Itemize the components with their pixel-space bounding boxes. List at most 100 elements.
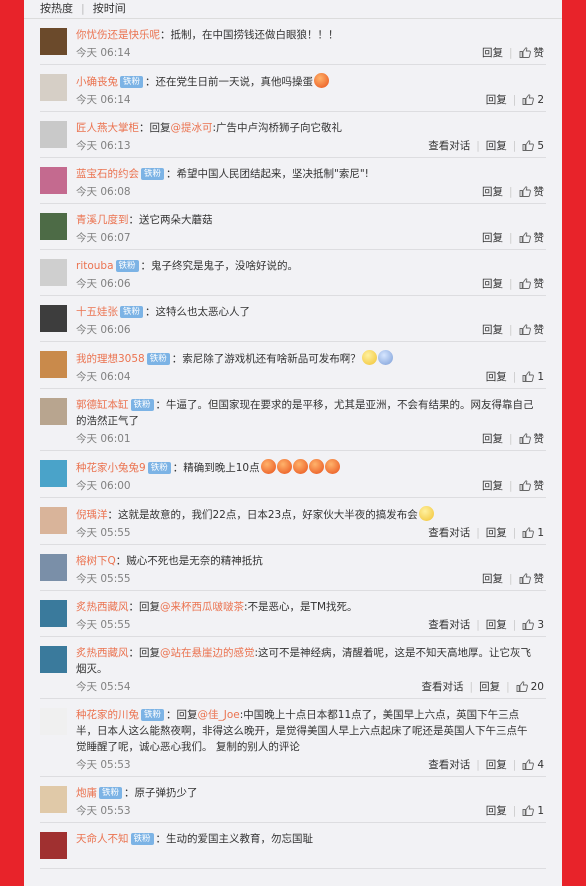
- reply-button[interactable]: 回复: [482, 275, 503, 293]
- reply-button[interactable]: 回复: [482, 44, 503, 62]
- user-avatar[interactable]: [40, 600, 67, 627]
- reply-button[interactable]: 回复: [482, 229, 503, 247]
- comment-meta: 今天 06:07 回复 | 赞: [76, 229, 546, 249]
- username-link[interactable]: 天命人不知: [76, 833, 129, 845]
- like-button[interactable]: 4: [522, 756, 544, 776]
- sort-hot-tab[interactable]: 按热度: [40, 2, 73, 15]
- username-link[interactable]: 炙热西藏风: [76, 647, 129, 659]
- username-link[interactable]: 我的理想3058: [76, 353, 145, 365]
- like-button[interactable]: 1: [522, 524, 544, 544]
- comment-item: 十五娃张 铁粉 ：这特么也太恶心人了 今天 06:06 回复 | 赞: [40, 296, 546, 342]
- reply-button[interactable]: 回复: [482, 430, 503, 448]
- divider: |: [512, 94, 517, 106]
- like-button[interactable]: 20: [516, 678, 544, 698]
- reply-button[interactable]: 回复: [482, 321, 503, 339]
- username-link[interactable]: 倪瑀洋: [76, 509, 108, 521]
- like-button[interactable]: 赞: [519, 321, 545, 341]
- user-avatar[interactable]: [40, 74, 67, 101]
- view-conversation-link[interactable]: 查看对话: [428, 137, 470, 155]
- thumb-up-icon: [519, 185, 531, 203]
- user-avatar[interactable]: [40, 305, 67, 332]
- username-link[interactable]: ritouba: [76, 260, 114, 272]
- emoji-icon: [418, 506, 434, 521]
- user-avatar[interactable]: [40, 786, 67, 813]
- like-button[interactable]: 1: [522, 802, 544, 822]
- like-button[interactable]: 赞: [519, 44, 544, 64]
- like-button[interactable]: 5: [522, 137, 544, 157]
- username-link[interactable]: 十五娃张: [76, 306, 118, 318]
- reply-button[interactable]: 回复: [486, 368, 507, 386]
- reply-button[interactable]: 回复: [479, 678, 500, 696]
- user-avatar[interactable]: [40, 460, 67, 487]
- username-link[interactable]: 种花家的川兔: [76, 709, 139, 721]
- sort-time-tab[interactable]: 按时间: [93, 2, 126, 15]
- username-link[interactable]: 匠人燕大掌柜: [76, 122, 139, 134]
- user-avatar[interactable]: [40, 213, 67, 240]
- username-link[interactable]: 青溪几度到: [76, 214, 129, 226]
- reply-button[interactable]: 回复: [486, 616, 507, 634]
- user-avatar[interactable]: [40, 398, 67, 425]
- user-avatar[interactable]: [40, 507, 67, 534]
- divider: |: [508, 433, 513, 445]
- view-conversation-link[interactable]: 查看对话: [428, 616, 470, 634]
- like-button[interactable]: 2: [522, 91, 544, 111]
- username-link[interactable]: 郭德缸本缸: [76, 399, 129, 411]
- user-avatar[interactable]: [40, 28, 67, 55]
- username-link[interactable]: 你忧伤还是快乐呢: [76, 29, 160, 41]
- thumb-up-icon: [522, 370, 535, 388]
- reply-button[interactable]: 回复: [486, 137, 507, 155]
- like-label: 赞: [533, 324, 545, 336]
- divider: |: [508, 47, 513, 59]
- user-avatar[interactable]: [40, 554, 67, 581]
- comment-item: 蓝宝石的约会 铁粉 ：希望中国人民团结起来，坚决抵制"索尼"! 今天 06:08 回复 |…: [40, 158, 546, 204]
- mention-link[interactable]: @佳_Joe: [198, 709, 240, 721]
- user-avatar[interactable]: [40, 832, 67, 859]
- comment-body: ：送它两朵大蘑菇: [128, 214, 213, 226]
- comment-actions: 回复 | 赞: [476, 44, 544, 64]
- reply-button[interactable]: 回复: [482, 570, 503, 588]
- reply-button[interactable]: 回复: [482, 477, 503, 495]
- mention-link[interactable]: @提冰可: [171, 122, 213, 134]
- like-count: 20: [530, 681, 544, 693]
- username-link[interactable]: 小确丧兔: [76, 76, 118, 88]
- comment-meta: 今天 06:00 回复 | 赞: [76, 477, 546, 497]
- comment-text: 郭德缸本缸 铁粉 ：牛逼了。但国家现在要求的是平移，尤其是亚洲，不会有结果的。网友得…: [76, 397, 546, 429]
- user-avatar[interactable]: [40, 121, 67, 148]
- comment-text: 十五娃张 铁粉 ：这特么也太恶心人了: [76, 304, 546, 320]
- mention-link[interactable]: @来杯西瓜啵啵茶: [160, 601, 244, 613]
- username-link[interactable]: 炙热西藏风: [76, 601, 129, 613]
- like-button[interactable]: 1: [522, 368, 544, 388]
- like-button[interactable]: 赞: [519, 430, 544, 450]
- user-avatar[interactable]: [40, 646, 67, 673]
- user-avatar[interactable]: [40, 259, 67, 286]
- comment-meta: 今天 05:53 回复 | 1: [76, 802, 546, 822]
- like-button[interactable]: 赞: [519, 477, 544, 497]
- comment-text: 种花家的川兔 铁粉 ：回复@佳_Joe:中国晚上十点日本都11点了，美国早上六点，英…: [76, 707, 546, 755]
- like-count: 4: [537, 759, 544, 771]
- reply-button[interactable]: 回复: [482, 183, 503, 201]
- reply-button[interactable]: 回复: [486, 91, 507, 109]
- reply-button[interactable]: 回复: [486, 524, 507, 542]
- like-button[interactable]: 赞: [519, 183, 544, 203]
- comment-item: 炙热西藏风：回复@站在悬崖边的感觉:这可不是神经病，清醒着呢，这是不知天高地厚。…: [40, 637, 546, 699]
- reply-button[interactable]: 回复: [486, 802, 507, 820]
- view-conversation-link[interactable]: 查看对话: [428, 756, 470, 774]
- mention-link[interactable]: @站在悬崖边的感觉: [160, 647, 255, 659]
- username-link[interactable]: 蓝宝石的约会: [76, 168, 139, 180]
- like-button[interactable]: 赞: [519, 229, 544, 249]
- view-conversation-link[interactable]: 查看对话: [428, 524, 470, 542]
- user-avatar[interactable]: [40, 167, 67, 194]
- like-button[interactable]: 赞: [519, 570, 544, 590]
- comment-text: 青溪几度到：送它两朵大蘑菇: [76, 212, 546, 228]
- like-button[interactable]: 赞: [519, 275, 544, 295]
- view-conversation-link[interactable]: 查看对话: [422, 678, 464, 696]
- user-avatar[interactable]: [40, 708, 67, 735]
- comment-time: 今天 05:55: [76, 619, 131, 631]
- username-link[interactable]: 种花家小兔兔9: [76, 462, 146, 474]
- username-link[interactable]: 榕树下Q: [76, 555, 116, 567]
- user-avatar[interactable]: [40, 351, 67, 378]
- like-button[interactable]: 3: [522, 616, 544, 636]
- reply-button[interactable]: 回复: [486, 756, 507, 774]
- divider: |: [508, 573, 513, 585]
- username-link[interactable]: 炮庸: [76, 787, 97, 799]
